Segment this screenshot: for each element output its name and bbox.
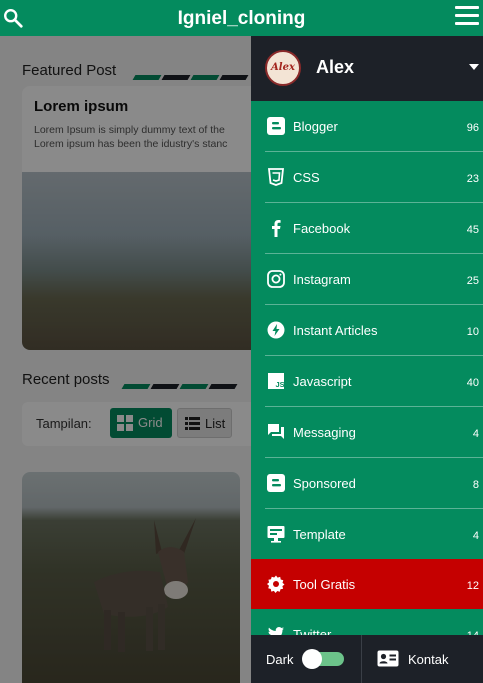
contact-label[interactable]: Kontak [408, 652, 448, 667]
flash-icon [267, 321, 285, 339]
avatar: Alex [265, 50, 301, 86]
avatar-text: Alex [271, 62, 295, 73]
blogger-icon [267, 117, 285, 135]
facebook-icon [272, 220, 281, 237]
drawer-item-javascript[interactable]: JS Javascript 40 [251, 356, 483, 407]
drawer-item-label: Tool Gratis [293, 577, 356, 592]
drawer-item-count: 4 [472, 428, 479, 440]
drawer-item-count: 25 [466, 275, 479, 287]
drawer-item-label: Instagram [293, 272, 351, 287]
navigation-drawer: Alex Alex Blogger 96 CSS 23 Facebook 45 … [251, 36, 483, 683]
drawer-item-count: 40 [466, 377, 479, 389]
instagram-icon [267, 270, 285, 288]
drawer-item-sponsored[interactable]: Sponsored 8 [251, 458, 483, 509]
app-bar: Igniel_cloning [0, 0, 483, 36]
drawer-footer: Dark Kontak [251, 635, 483, 683]
drawer-item-label: Messaging [293, 425, 356, 440]
dark-mode-label: Dark [266, 652, 294, 667]
drawer-item-count: 96 [466, 122, 479, 134]
drawer-item-label: Template [293, 527, 346, 542]
drawer-item-messaging[interactable]: Messaging 4 [251, 407, 483, 458]
toggle-knob [302, 649, 322, 669]
css3-icon [267, 168, 285, 186]
drawer-header[interactable]: Alex Alex [251, 36, 483, 101]
monitor-icon [267, 526, 285, 543]
divider [361, 635, 362, 683]
drawer-item-tool-gratis[interactable]: Tool Gratis 12 [251, 559, 483, 609]
drawer-item-facebook[interactable]: Facebook 45 [251, 203, 483, 254]
drawer-item-template[interactable]: Template 4 [251, 509, 483, 560]
drawer-item-label: Blogger [293, 119, 338, 134]
drawer-item-count: 4 [472, 530, 479, 542]
javascript-icon: JS [268, 373, 285, 389]
drawer-item-label: CSS [293, 170, 320, 185]
drawer-item-count: 12 [466, 580, 479, 592]
messaging-icon [268, 424, 284, 439]
drawer-item-label: Sponsored [293, 476, 356, 491]
drawer-item-count: 10 [466, 326, 479, 338]
blogger-icon [267, 474, 285, 492]
user-name: Alex [316, 57, 355, 77]
drawer-overlay[interactable] [0, 36, 251, 683]
svg-text:JS: JS [276, 380, 285, 389]
drawer-item-count: 23 [466, 173, 479, 185]
drawer-item-instant-articles[interactable]: Instant Articles 10 [251, 305, 483, 356]
contact-card-icon[interactable] [377, 650, 399, 667]
drawer-item-instagram[interactable]: Instagram 25 [251, 254, 483, 305]
hamburger-menu-icon[interactable] [455, 6, 479, 26]
drawer-item-blogger[interactable]: Blogger 96 [251, 101, 483, 152]
drawer-item-count: 8 [472, 479, 479, 491]
drawer-item-label: Javascript [293, 374, 352, 389]
chevron-down-icon[interactable] [469, 64, 479, 70]
drawer-item-count: 45 [466, 224, 479, 236]
drawer-item-label: Instant Articles [293, 323, 378, 338]
drawer-item-css[interactable]: CSS 23 [251, 152, 483, 203]
site-title[interactable]: Igniel_cloning [0, 8, 483, 30]
drawer-item-label: Facebook [293, 221, 351, 236]
dark-mode-toggle[interactable] [302, 649, 344, 669]
gear-icon [267, 575, 285, 593]
